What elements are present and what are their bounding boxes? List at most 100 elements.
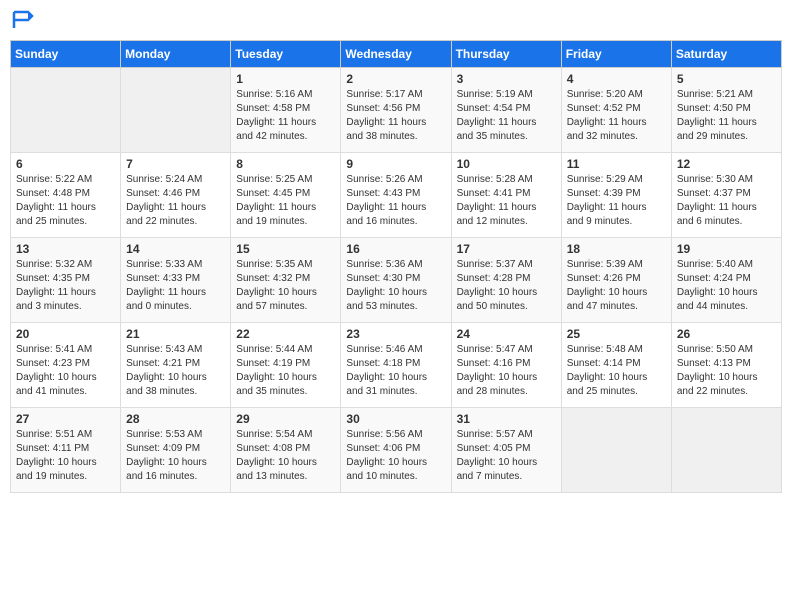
calendar-week-row: 1Sunrise: 5:16 AMSunset: 4:58 PMDaylight… (11, 68, 782, 153)
calendar-cell: 31 Sunrise: 5:57 AMSunset: 4:05 PMDayligh… (451, 408, 561, 493)
day-number: 14 (126, 242, 225, 256)
day-number: 18 (567, 242, 666, 256)
column-header-monday: Monday (121, 41, 231, 68)
calendar-cell: 16 Sunrise: 5:36 AMSunset: 4:30 PMDayligh… (341, 238, 451, 323)
page-header (10, 10, 782, 30)
calendar-cell: 29 Sunrise: 5:54 AMSunset: 4:08 PMDayligh… (231, 408, 341, 493)
day-number: 4 (567, 72, 666, 86)
calendar-header-row: SundayMondayTuesdayWednesdayThursdayFrid… (11, 41, 782, 68)
day-info: Sunrise: 5:24 AMSunset: 4:46 PMDaylight:… (126, 174, 206, 227)
calendar-cell: 17 Sunrise: 5:37 AMSunset: 4:28 PMDayligh… (451, 238, 561, 323)
day-info: Sunrise: 5:50 AMSunset: 4:13 PMDaylight:… (677, 344, 758, 397)
day-number: 17 (457, 242, 556, 256)
column-header-thursday: Thursday (451, 41, 561, 68)
day-info: Sunrise: 5:21 AMSunset: 4:50 PMDaylight:… (677, 89, 757, 142)
day-number: 15 (236, 242, 335, 256)
calendar-week-row: 20 Sunrise: 5:41 AMSunset: 4:23 PMDayligh… (11, 323, 782, 408)
day-number: 22 (236, 327, 335, 341)
calendar-week-row: 27 Sunrise: 5:51 AMSunset: 4:11 PMDayligh… (11, 408, 782, 493)
day-number: 16 (346, 242, 445, 256)
day-number: 2 (346, 72, 445, 86)
logo (10, 10, 36, 30)
calendar-cell: 24Sunrise: 5:47 AMSunset: 4:16 PMDayligh… (451, 323, 561, 408)
day-info: Sunrise: 5:22 AMSunset: 4:48 PMDaylight:… (16, 174, 96, 227)
calendar-cell: 23 Sunrise: 5:46 AMSunset: 4:18 PMDayligh… (341, 323, 451, 408)
day-info: Sunrise: 5:30 AMSunset: 4:37 PMDaylight:… (677, 174, 757, 227)
day-info: Sunrise: 5:39 AMSunset: 4:26 PMDaylight:… (567, 259, 648, 312)
calendar-cell (671, 408, 781, 493)
calendar-cell: 3 Sunrise: 5:19 AMSunset: 4:54 PMDaylight… (451, 68, 561, 153)
calendar-cell (11, 68, 121, 153)
day-info: Sunrise: 5:36 AMSunset: 4:30 PMDaylight:… (346, 259, 427, 312)
day-info: Sunrise: 5:40 AMSunset: 4:24 PMDaylight:… (677, 259, 758, 312)
column-header-friday: Friday (561, 41, 671, 68)
calendar-cell: 8 Sunrise: 5:25 AMSunset: 4:45 PMDaylight… (231, 153, 341, 238)
calendar-cell: 27 Sunrise: 5:51 AMSunset: 4:11 PMDayligh… (11, 408, 121, 493)
calendar-cell (121, 68, 231, 153)
day-info: Sunrise: 5:37 AMSunset: 4:28 PMDaylight:… (457, 259, 538, 312)
calendar-cell: 14 Sunrise: 5:33 AMSunset: 4:33 PMDayligh… (121, 238, 231, 323)
calendar-cell: 25Sunrise: 5:48 AMSunset: 4:14 PMDayligh… (561, 323, 671, 408)
day-number: 1 (236, 72, 335, 86)
day-info: Sunrise: 5:25 AMSunset: 4:45 PMDaylight:… (236, 174, 316, 227)
day-number: 8 (236, 157, 335, 171)
day-number: 3 (457, 72, 556, 86)
day-number: 5 (677, 72, 776, 86)
calendar-cell: 19 Sunrise: 5:40 AMSunset: 4:24 PMDayligh… (671, 238, 781, 323)
calendar-cell: 13 Sunrise: 5:32 AMSunset: 4:35 PMDayligh… (11, 238, 121, 323)
calendar-cell: 26 Sunrise: 5:50 AMSunset: 4:13 PMDayligh… (671, 323, 781, 408)
day-info: Sunrise: 5:51 AMSunset: 4:11 PMDaylight:… (16, 429, 97, 482)
day-info: Sunrise: 5:19 AMSunset: 4:54 PMDaylight:… (457, 89, 537, 142)
calendar-cell: 20 Sunrise: 5:41 AMSunset: 4:23 PMDayligh… (11, 323, 121, 408)
day-number: 25 (567, 327, 666, 341)
day-number: 19 (677, 242, 776, 256)
column-header-sunday: Sunday (11, 41, 121, 68)
calendar-cell: 11 Sunrise: 5:29 AMSunset: 4:39 PMDayligh… (561, 153, 671, 238)
calendar-cell: 2 Sunrise: 5:17 AMSunset: 4:56 PMDaylight… (341, 68, 451, 153)
calendar-cell: 1Sunrise: 5:16 AMSunset: 4:58 PMDaylight… (231, 68, 341, 153)
day-info: Sunrise: 5:46 AMSunset: 4:18 PMDaylight:… (346, 344, 427, 397)
calendar-cell: 4Sunrise: 5:20 AMSunset: 4:52 PMDaylight… (561, 68, 671, 153)
calendar-week-row: 6 Sunrise: 5:22 AMSunset: 4:48 PMDaylight… (11, 153, 782, 238)
day-number: 7 (126, 157, 225, 171)
day-number: 12 (677, 157, 776, 171)
day-number: 28 (126, 412, 225, 426)
day-number: 27 (16, 412, 115, 426)
calendar-cell: 9Sunrise: 5:26 AMSunset: 4:43 PMDaylight… (341, 153, 451, 238)
day-number: 29 (236, 412, 335, 426)
calendar-cell: 12 Sunrise: 5:30 AMSunset: 4:37 PMDayligh… (671, 153, 781, 238)
calendar-cell (561, 408, 671, 493)
calendar-cell: 22 Sunrise: 5:44 AMSunset: 4:19 PMDayligh… (231, 323, 341, 408)
calendar-cell: 30 Sunrise: 5:56 AMSunset: 4:06 PMDayligh… (341, 408, 451, 493)
day-info: Sunrise: 5:44 AMSunset: 4:19 PMDaylight:… (236, 344, 317, 397)
logo-flag-icon (12, 10, 36, 30)
day-info: Sunrise: 5:26 AMSunset: 4:43 PMDaylight:… (346, 174, 426, 227)
day-info: Sunrise: 5:35 AMSunset: 4:32 PMDaylight:… (236, 259, 317, 312)
day-number: 30 (346, 412, 445, 426)
day-number: 10 (457, 157, 556, 171)
day-number: 13 (16, 242, 115, 256)
day-number: 6 (16, 157, 115, 171)
day-number: 26 (677, 327, 776, 341)
column-header-saturday: Saturday (671, 41, 781, 68)
day-info: Sunrise: 5:29 AMSunset: 4:39 PMDaylight:… (567, 174, 647, 227)
day-number: 21 (126, 327, 225, 341)
calendar-cell: 10 Sunrise: 5:28 AMSunset: 4:41 PMDayligh… (451, 153, 561, 238)
day-number: 31 (457, 412, 556, 426)
day-info: Sunrise: 5:32 AMSunset: 4:35 PMDaylight:… (16, 259, 96, 312)
column-header-wednesday: Wednesday (341, 41, 451, 68)
day-info: Sunrise: 5:56 AMSunset: 4:06 PMDaylight:… (346, 429, 427, 482)
day-info: Sunrise: 5:57 AMSunset: 4:05 PMDaylight:… (457, 429, 538, 482)
calendar-week-row: 13 Sunrise: 5:32 AMSunset: 4:35 PMDayligh… (11, 238, 782, 323)
day-number: 20 (16, 327, 115, 341)
day-info: Sunrise: 5:17 AMSunset: 4:56 PMDaylight:… (346, 89, 426, 142)
day-number: 24 (457, 327, 556, 341)
day-number: 23 (346, 327, 445, 341)
day-info: Sunrise: 5:33 AMSunset: 4:33 PMDaylight:… (126, 259, 206, 312)
day-info: Sunrise: 5:41 AMSunset: 4:23 PMDaylight:… (16, 344, 97, 397)
day-info: Sunrise: 5:28 AMSunset: 4:41 PMDaylight:… (457, 174, 537, 227)
calendar-table: SundayMondayTuesdayWednesdayThursdayFrid… (10, 40, 782, 493)
day-number: 11 (567, 157, 666, 171)
day-info: Sunrise: 5:54 AMSunset: 4:08 PMDaylight:… (236, 429, 317, 482)
calendar-cell: 15 Sunrise: 5:35 AMSunset: 4:32 PMDayligh… (231, 238, 341, 323)
